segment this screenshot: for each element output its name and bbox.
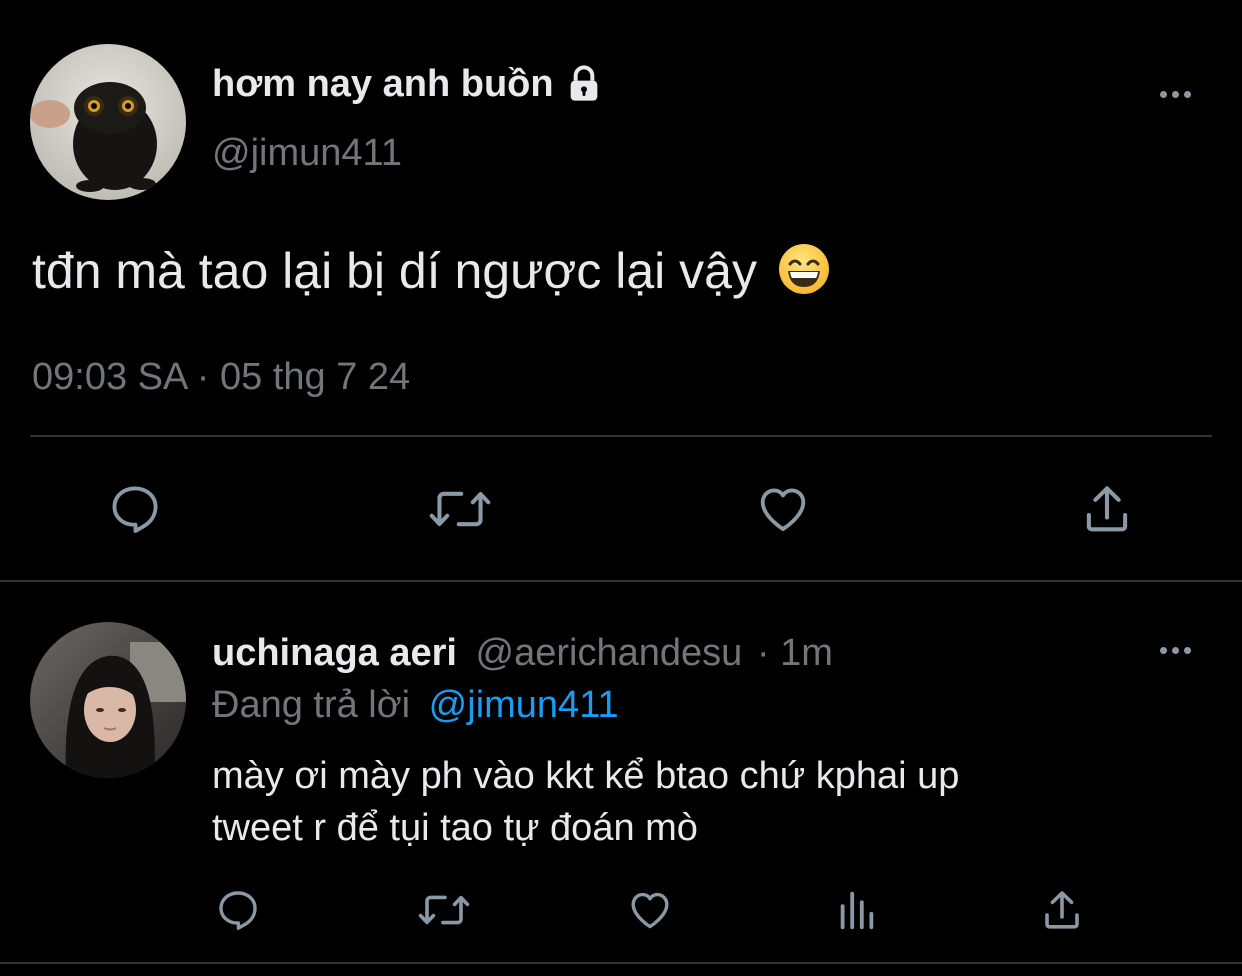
reply-text-line: tweet r để tụi tao tự đoán mò <box>212 807 698 849</box>
reply-header: uchinaga aeri @aerichandesu · 1m <box>212 630 833 676</box>
replying-to-mention[interactable]: @jimun411 <box>429 684 619 726</box>
reply-author-avatar[interactable] <box>30 622 186 778</box>
reply-retweet-button[interactable] <box>416 886 472 934</box>
share-icon <box>1038 886 1086 934</box>
grinning-face-emoji <box>777 242 831 296</box>
reply-reply-button[interactable] <box>214 886 262 934</box>
author-name-text[interactable]: hơm nay anh buồn <box>212 60 554 108</box>
dot-icon <box>1184 91 1191 98</box>
divider <box>30 435 1212 437</box>
reply-icon <box>106 480 164 538</box>
author-avatar[interactable] <box>30 44 186 200</box>
reply-views-button[interactable] <box>834 886 880 934</box>
lock-icon <box>564 64 604 104</box>
more-options-button[interactable] <box>1160 91 1191 98</box>
reply-icon <box>214 886 262 934</box>
author-display-name[interactable]: hơm nay anh buồn <box>212 60 604 108</box>
retweet-button[interactable] <box>427 480 493 538</box>
tweet-text-content: tđn mà tao lại bị dí ngược lại vậy <box>32 243 757 299</box>
dot-icon <box>1172 647 1179 654</box>
author-handle[interactable]: @jimun411 <box>212 130 402 176</box>
like-icon <box>754 480 812 538</box>
reply-text-line: mày ơi mày ph vào kkt kể btao chứ kphai … <box>212 755 960 797</box>
reply-like-button[interactable] <box>626 886 674 934</box>
reply-share-button[interactable] <box>1038 886 1086 934</box>
reply-more-options-button[interactable] <box>1160 647 1191 654</box>
dot-icon <box>1160 647 1167 654</box>
share-icon <box>1078 480 1136 538</box>
reply-author-name[interactable]: uchinaga aeri <box>212 632 457 674</box>
dot-icon <box>1160 91 1167 98</box>
reply-button[interactable] <box>106 480 164 538</box>
reply-time[interactable]: · 1m <box>757 632 833 674</box>
divider <box>0 580 1242 582</box>
tweet-text: tđn mà tao lại bị dí ngược lại vậy <box>32 240 831 302</box>
retweet-icon <box>427 480 493 538</box>
tweet-timestamp[interactable]: 09:03 SA · 05 thg 7 24 <box>32 354 410 400</box>
replying-to-label: Đang trả lời <box>212 684 411 726</box>
reply-author-handle[interactable]: @aerichandesu <box>476 632 743 674</box>
dot-icon <box>1184 647 1191 654</box>
retweet-icon <box>416 886 472 934</box>
replying-to: Đang trả lời @jimun411 <box>212 682 619 728</box>
dot-icon <box>1172 91 1179 98</box>
like-button[interactable] <box>754 480 812 538</box>
share-button[interactable] <box>1078 480 1136 538</box>
divider <box>0 962 1242 964</box>
like-icon <box>626 886 674 934</box>
views-icon <box>834 886 880 934</box>
reply-text: mày ơi mày ph vào kkt kể btao chứ kphai … <box>212 750 959 854</box>
